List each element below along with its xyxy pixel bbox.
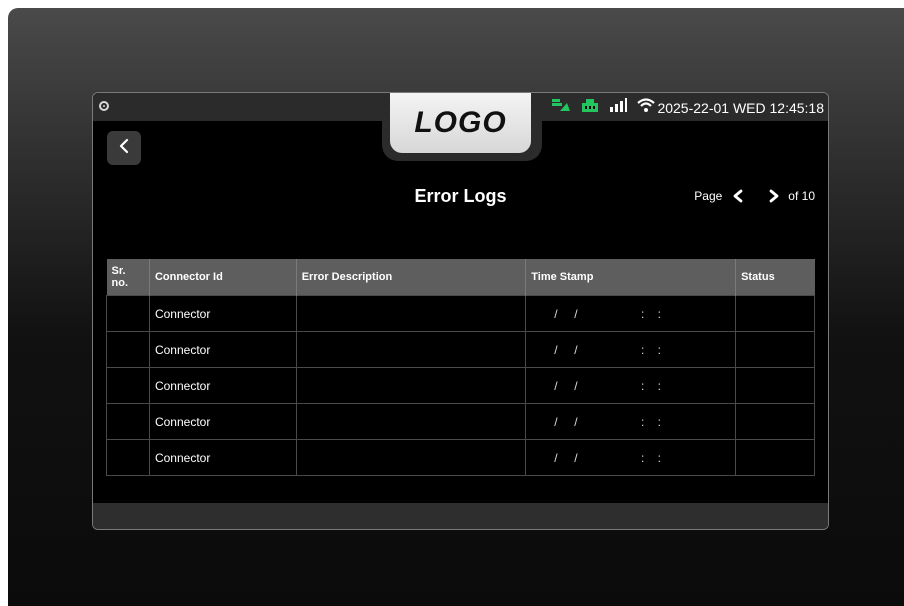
table-row[interactable]: Connector / / : : — [106, 295, 815, 332]
signal-bars-icon — [609, 97, 627, 118]
header-sr-no: Sr. no. — [106, 259, 150, 296]
pagination: Page of 10 — [694, 186, 815, 206]
page-total: of 10 — [788, 189, 815, 203]
cell-sr-no — [106, 331, 150, 368]
cell-status — [735, 295, 815, 332]
error-log-table: Sr. no. Connector Id Error Description T… — [106, 259, 815, 476]
table-row[interactable]: Connector / / : : — [106, 439, 815, 476]
footer-bar — [93, 503, 828, 529]
cell-description — [295, 439, 527, 476]
cell-sr-no — [106, 295, 150, 332]
logo-badge: LOGO — [390, 93, 531, 153]
header-connector-id: Connector Id — [148, 259, 297, 296]
table-row[interactable]: Connector / / : : — [106, 367, 815, 404]
logo-tab: LOGO — [382, 93, 542, 161]
back-button[interactable] — [107, 131, 141, 165]
cell-description — [295, 331, 527, 368]
header-time-stamp: Time Stamp — [525, 259, 736, 296]
prev-page-button[interactable] — [728, 186, 748, 206]
cell-description — [295, 295, 527, 332]
cell-timestamp: / / : : — [525, 403, 737, 440]
cell-connector: Connector — [148, 403, 297, 440]
page-label: Page — [694, 189, 723, 203]
cell-timestamp: / / : : — [525, 367, 737, 404]
header-status: Status — [735, 259, 815, 296]
cell-connector: Connector — [148, 367, 297, 404]
cell-connector: Connector — [148, 331, 297, 368]
status-icons — [551, 97, 655, 118]
table-row[interactable]: Connector / / : : — [106, 331, 815, 368]
table-header-row: Sr. no. Connector Id Error Description T… — [106, 259, 815, 296]
cell-status — [735, 331, 815, 368]
cell-timestamp: / / : : — [525, 439, 737, 476]
table-row[interactable]: Connector / / : : — [106, 403, 815, 440]
cell-sr-no — [106, 367, 150, 404]
cell-description — [295, 367, 527, 404]
cell-connector: Connector — [148, 439, 297, 476]
chevron-left-icon — [117, 138, 131, 159]
cell-timestamp: / / : : — [525, 331, 737, 368]
cell-connector: Connector — [148, 295, 297, 332]
cell-status — [735, 439, 815, 476]
cell-status — [735, 403, 815, 440]
cell-sr-no — [106, 439, 150, 476]
cell-sr-no — [106, 403, 150, 440]
wifi-icon — [637, 97, 655, 118]
camera-icon — [99, 101, 109, 111]
datetime: 2025-22-01 WED 12:45:18 — [657, 100, 824, 116]
ethernet-icon — [581, 97, 599, 118]
ev-charge-icon — [551, 97, 571, 118]
cell-timestamp: / / : : — [525, 295, 737, 332]
cell-description — [295, 403, 527, 440]
device-screen: 2025-22-01 WED 12:45:18 LOGO Error Logs … — [92, 92, 829, 530]
logo: LOGO — [414, 106, 507, 139]
header-error-description: Error Description — [295, 259, 526, 296]
cell-status — [735, 367, 815, 404]
next-page-button[interactable] — [764, 186, 784, 206]
